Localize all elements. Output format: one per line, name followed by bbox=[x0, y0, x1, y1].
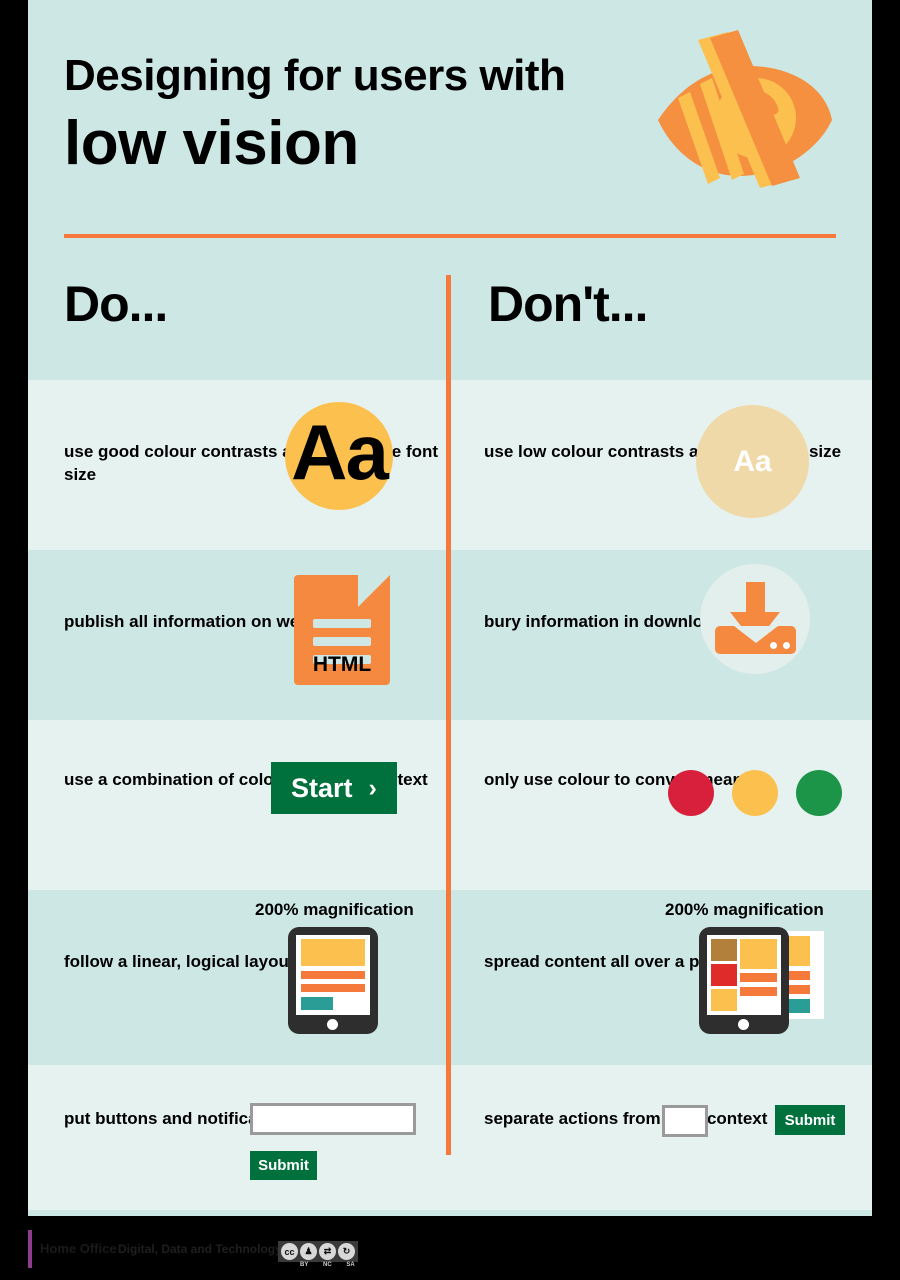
tablet-home-button bbox=[738, 1019, 749, 1030]
separated-text-input[interactable] bbox=[662, 1105, 708, 1137]
tablet-spread-layout-icon bbox=[699, 927, 824, 1034]
dont-text-downloads: bury information in downloads bbox=[484, 612, 733, 631]
tablet-linear-layout-icon bbox=[288, 927, 378, 1034]
dont-text-separated: separate actions from their context bbox=[484, 1109, 768, 1128]
logo-accent-bar bbox=[28, 1230, 32, 1268]
poster: Designing for users with low vision Do..… bbox=[0, 0, 900, 1280]
creative-commons-terms: BY NC SA bbox=[278, 1262, 362, 1268]
cc-icon: cc bbox=[281, 1243, 298, 1260]
cc-sa-icon: ↻ bbox=[338, 1243, 355, 1260]
page-fold-corner bbox=[358, 575, 390, 607]
low-vision-eye-icon bbox=[636, 28, 836, 203]
title-line-1: Designing for users with bbox=[64, 51, 566, 100]
home-office-logo: Home Office bbox=[28, 1230, 117, 1268]
ddt-label: Digital, Data and Technology bbox=[118, 1242, 282, 1256]
do-cell-linear-layout: follow a linear, logical layout 200% mag… bbox=[28, 890, 450, 1065]
creative-commons-badge: cc ♟ ⇄ ↻ bbox=[278, 1241, 358, 1262]
html-document-icon: HTML bbox=[294, 575, 390, 685]
heading-do: Do... bbox=[64, 276, 168, 332]
page-title: Designing for users with low vision bbox=[64, 48, 566, 180]
do-cell-combination: use a combination of colour, shapes and … bbox=[28, 720, 450, 890]
aa-circle-high-contrast-icon: Aa bbox=[285, 402, 393, 510]
do-cell-publish: publish all information on web pages HTM… bbox=[28, 550, 450, 720]
start-button[interactable]: Start › bbox=[271, 762, 397, 814]
aa-glyph-high-contrast: Aa bbox=[291, 408, 389, 496]
aa-glyph-low-contrast: Aa bbox=[733, 445, 772, 478]
magnification-label-do: 200% magnification bbox=[255, 900, 414, 919]
status-dot-green bbox=[796, 770, 842, 816]
tablet-home-button bbox=[327, 1019, 338, 1030]
do-cell-in-context: put buttons and notifications in context… bbox=[28, 1065, 450, 1210]
cc-term-nc: NC bbox=[322, 1262, 332, 1268]
html-label: HTML bbox=[312, 653, 372, 676]
cc-by-icon: ♟ bbox=[300, 1243, 317, 1260]
header-rule bbox=[64, 234, 836, 238]
home-office-label: Home Office bbox=[40, 1241, 117, 1256]
start-button-label: Start bbox=[291, 772, 353, 803]
title-line-2: low vision bbox=[64, 109, 359, 178]
colour-only-dots bbox=[668, 770, 842, 816]
dont-cell-separated: separate actions from their context Subm… bbox=[450, 1065, 872, 1210]
magnification-label-dont: 200% magnification bbox=[665, 900, 824, 919]
aa-circle-low-contrast-icon: Aa bbox=[696, 405, 809, 518]
do-cell-colour-contrast: use good colour contrasts and a readable… bbox=[28, 380, 450, 550]
submit-button-separated[interactable]: Submit bbox=[775, 1105, 845, 1135]
chevron-right-icon: › bbox=[368, 773, 377, 802]
poster-footer: Home Office Digital, Data and Technology bbox=[0, 1216, 900, 1280]
dont-cell-colour-contrast: use low colour contrasts and small font … bbox=[450, 380, 872, 550]
do-text-linear-layout: follow a linear, logical layout bbox=[64, 952, 295, 971]
dont-cell-downloads: bury information in downloads bbox=[450, 550, 872, 720]
status-dot-red bbox=[668, 770, 714, 816]
submit-button-in-context[interactable]: Submit bbox=[250, 1151, 317, 1180]
status-dot-amber bbox=[732, 770, 778, 816]
context-text-input[interactable] bbox=[250, 1103, 416, 1135]
poster-header: Designing for users with low vision bbox=[28, 0, 872, 255]
cc-term-sa: SA bbox=[346, 1262, 355, 1268]
cc-term-by: BY bbox=[299, 1262, 309, 1268]
dont-cell-colour-only: only use colour to convey meaning bbox=[450, 720, 872, 890]
column-divider bbox=[446, 275, 451, 1155]
download-icon bbox=[700, 564, 810, 674]
heading-dont: Don't... bbox=[488, 276, 648, 332]
poster-sheet: Designing for users with low vision Do..… bbox=[28, 0, 872, 1216]
cc-nc-icon: ⇄ bbox=[319, 1243, 336, 1260]
dont-text-spread-layout: spread content all over a page bbox=[484, 952, 729, 971]
dont-cell-spread-layout: spread content all over a page 200% magn… bbox=[450, 890, 872, 1065]
